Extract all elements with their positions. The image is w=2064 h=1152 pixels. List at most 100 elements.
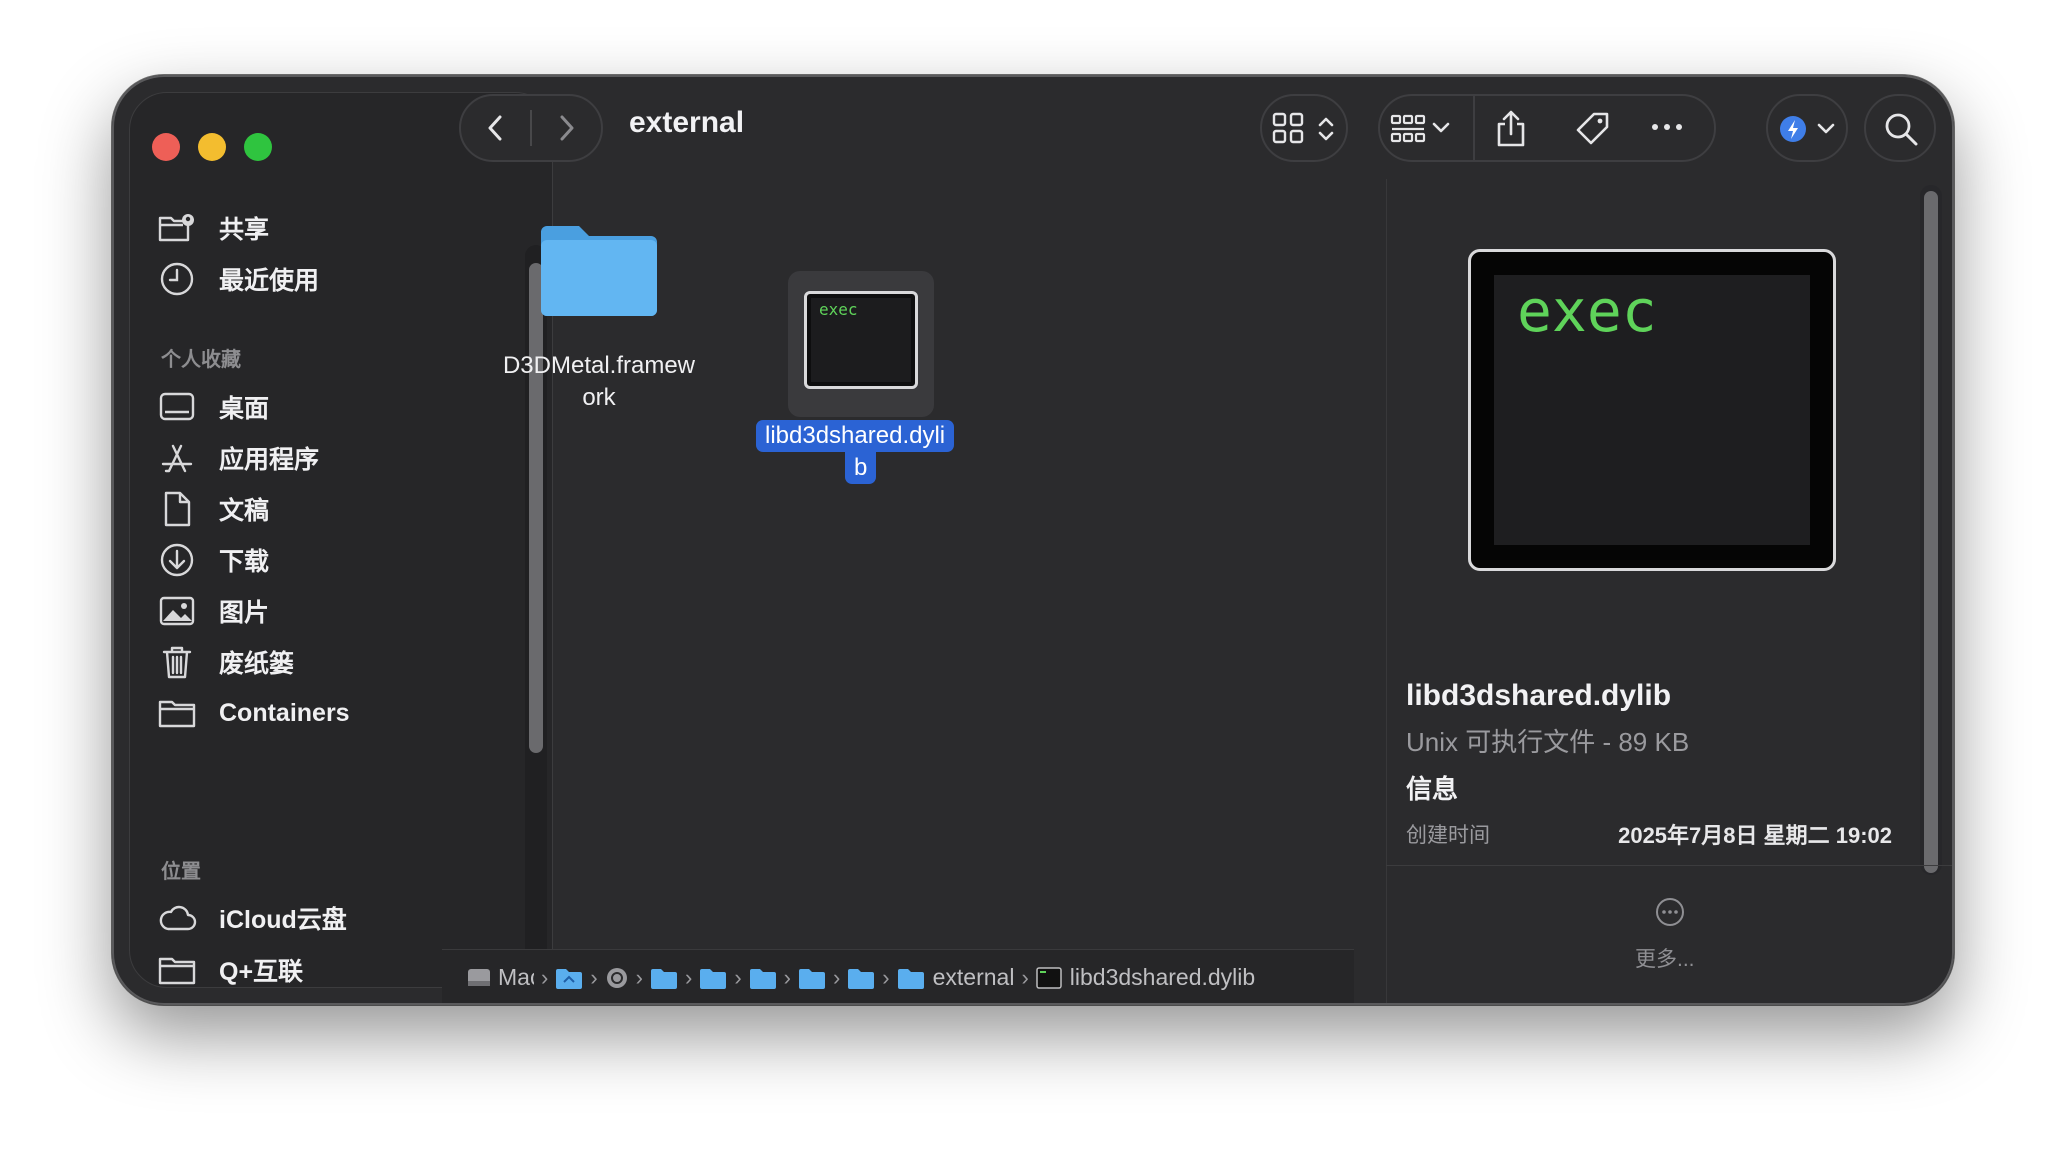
chevron-left-icon bbox=[488, 115, 501, 141]
finder-window: 共享 最近使用 个人收藏 桌面 应用程序 文稿 下载 图片 废纸篓 Contai… bbox=[112, 75, 1954, 1005]
group-button[interactable] bbox=[1390, 112, 1462, 144]
minimize-window-button[interactable] bbox=[198, 133, 226, 161]
shared-folder-icon bbox=[152, 203, 202, 253]
toolbar-actions bbox=[1378, 94, 1716, 162]
sidebar-item-documents[interactable]: 文稿 bbox=[150, 484, 530, 534]
sidebar-item-label: Containers bbox=[219, 698, 350, 727]
sidebar-item-icloud[interactable]: iCloud云盘 bbox=[150, 893, 530, 943]
photo-icon bbox=[152, 586, 202, 636]
path-segment-library[interactable] bbox=[605, 966, 629, 990]
preview-thumb-text: exec bbox=[1517, 277, 1657, 345]
folder-icon bbox=[152, 688, 202, 738]
more-circle-icon[interactable] bbox=[1655, 897, 1685, 932]
folder-icon bbox=[650, 968, 677, 989]
toolbar-separator bbox=[1473, 96, 1475, 160]
search-icon bbox=[1883, 111, 1919, 147]
sidebar-section-locations: 位置 bbox=[161, 861, 201, 883]
folder-icon bbox=[541, 226, 657, 316]
created-value: 2025年7月8日 星期二 19:02 bbox=[1618, 823, 1892, 848]
download-icon bbox=[152, 535, 202, 585]
path-segment-external[interactable]: external bbox=[897, 964, 1014, 991]
file-name-selected-line2[interactable]: b bbox=[845, 452, 877, 484]
file-name-line2: ork bbox=[582, 384, 616, 411]
group-grid-icon bbox=[1390, 114, 1450, 143]
sidebar-item-label: 最近使用 bbox=[219, 267, 320, 295]
sidebar-item-label: iCloud云盘 bbox=[219, 906, 347, 934]
exec-icon bbox=[1036, 966, 1062, 989]
preview-scrollbar-thumb[interactable] bbox=[1924, 191, 1938, 873]
path-segment-folder-4[interactable] bbox=[798, 967, 826, 989]
hard-drive-icon bbox=[468, 968, 490, 986]
sidebar-item-downloads[interactable]: 下载 bbox=[150, 535, 530, 585]
created-label: 创建时间 bbox=[1406, 824, 1490, 847]
sidebar-item-applications[interactable]: 应用程序 bbox=[150, 433, 530, 483]
more-button[interactable]: 更多... bbox=[1635, 943, 1695, 973]
path-bar: Mac › › › › › › › › external › libd3dsha… bbox=[442, 949, 1354, 1005]
share-button[interactable] bbox=[1494, 108, 1528, 148]
sidebar-item-pictures[interactable]: 图片 bbox=[150, 586, 530, 636]
file-name: D3DMetal.framew bbox=[502, 352, 696, 379]
navigation-buttons bbox=[459, 94, 603, 162]
sidebar-section-favorites: 个人收藏 bbox=[161, 349, 241, 371]
search-button[interactable] bbox=[1864, 94, 1936, 162]
file-item-folder[interactable]: D3DMetal.framew ork bbox=[479, 216, 719, 414]
trash-icon bbox=[152, 637, 202, 687]
sidebar-item-containers[interactable]: Containers bbox=[150, 688, 530, 738]
more-actions-button[interactable] bbox=[1650, 120, 1684, 134]
sidebar-item-label: 应用程序 bbox=[219, 446, 320, 474]
desktop-icon bbox=[152, 382, 202, 432]
folder-icon bbox=[798, 968, 825, 989]
sidebar-item-trash[interactable]: 废纸篓 bbox=[150, 637, 530, 687]
sidebar-item-label: 文稿 bbox=[219, 497, 270, 525]
exec-icon: exec bbox=[804, 291, 918, 389]
folder-icon bbox=[749, 968, 776, 989]
path-segment-folder-5[interactable] bbox=[847, 967, 875, 989]
path-segment-folder-1[interactable] bbox=[650, 967, 678, 989]
path-segment-folder-2[interactable] bbox=[699, 967, 727, 989]
sidebar-item-label: 下载 bbox=[219, 548, 270, 576]
icon-grid-icon bbox=[1272, 112, 1304, 144]
sidebar-item-label: 桌面 bbox=[219, 395, 270, 423]
applications-icon bbox=[152, 433, 202, 483]
preview-thumbnail: exec bbox=[1468, 249, 1836, 571]
cloud-icon bbox=[152, 893, 202, 943]
close-window-button[interactable] bbox=[152, 133, 180, 161]
preview-info-header: 信息 bbox=[1406, 774, 1459, 804]
folder-icon bbox=[848, 968, 875, 989]
document-icon bbox=[152, 484, 202, 534]
tag-icon bbox=[1576, 112, 1609, 145]
quick-action-button[interactable] bbox=[1766, 94, 1848, 162]
file-name-selected[interactable]: libd3dshared.dyli bbox=[756, 420, 955, 452]
folder-icon bbox=[897, 968, 924, 989]
path-segment-file[interactable]: libd3dshared.dylib bbox=[1036, 964, 1255, 991]
path-segment-folder-3[interactable] bbox=[749, 967, 777, 989]
sidebar-item-label: Q+互联 bbox=[219, 958, 304, 986]
chevron-right-icon bbox=[560, 115, 574, 141]
path-segment-home[interactable] bbox=[555, 967, 583, 989]
chevron-down-icon bbox=[1816, 118, 1836, 138]
back-button[interactable] bbox=[461, 96, 530, 160]
path-segment-mac[interactable]: Mac bbox=[466, 964, 534, 991]
preview-file-name: libd3dshared.dylib bbox=[1406, 679, 1672, 712]
folder-icon bbox=[700, 968, 727, 989]
chevron-updown-icon bbox=[1316, 114, 1336, 144]
sidebar-item-label: 废纸篓 bbox=[219, 650, 295, 678]
automation-icon bbox=[1778, 114, 1808, 144]
share-icon bbox=[1497, 110, 1525, 147]
zoom-window-button[interactable] bbox=[244, 133, 272, 161]
sidebar-item-recents[interactable]: 最近使用 bbox=[150, 254, 530, 304]
file-item-exec-selected-bg[interactable]: exec bbox=[788, 271, 934, 417]
sidebar-item-shared[interactable]: 共享 bbox=[150, 203, 530, 253]
ellipsis-icon bbox=[1652, 124, 1682, 130]
clock-icon bbox=[152, 254, 202, 304]
view-mode-button[interactable] bbox=[1260, 94, 1348, 162]
sidebar-item-label: 共享 bbox=[219, 216, 270, 244]
preview-divider bbox=[1386, 865, 1954, 866]
preview-kind-size: Unix 可执行文件 - 89 KB bbox=[1406, 727, 1690, 757]
tag-button[interactable] bbox=[1574, 110, 1612, 148]
sidebar-item-desktop[interactable]: 桌面 bbox=[150, 382, 530, 432]
sidebar-item-label: 图片 bbox=[219, 599, 270, 627]
library-icon bbox=[606, 967, 627, 988]
folder-icon bbox=[152, 945, 202, 987]
forward-button[interactable] bbox=[532, 96, 601, 160]
